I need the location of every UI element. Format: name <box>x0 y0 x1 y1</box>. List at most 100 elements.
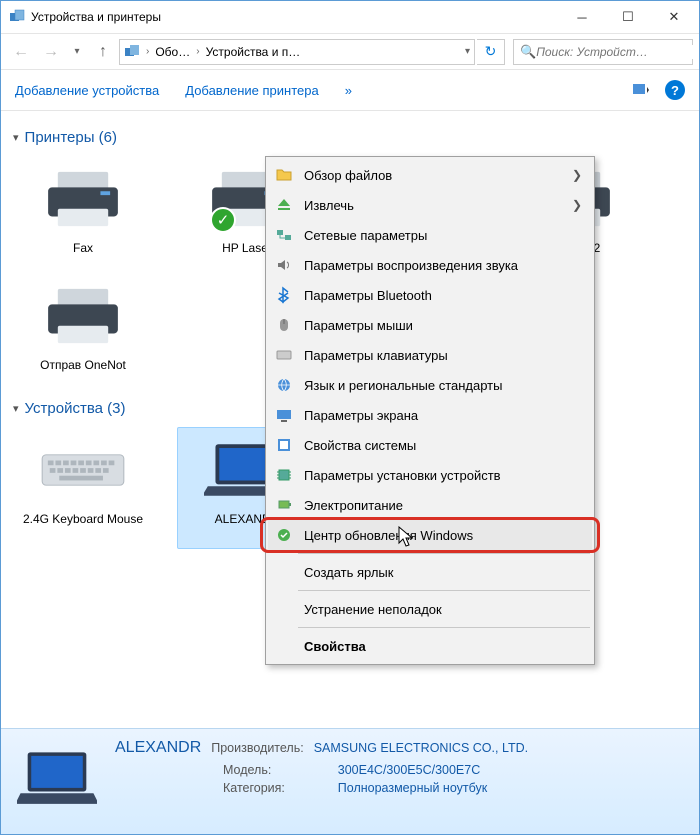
menu-item[interactable]: Язык и региональные стандарты <box>268 370 592 400</box>
printer-item-fax[interactable]: Fax <box>13 156 153 263</box>
menu-item[interactable]: Параметры мыши <box>268 310 592 340</box>
search-icon: 🔍 <box>520 44 536 60</box>
system-icon <box>274 435 294 455</box>
search-input[interactable] <box>536 45 693 59</box>
details-value: Полноразмерный ноутбук <box>338 781 528 795</box>
menu-item[interactable]: Параметры экрана <box>268 400 592 430</box>
item-label: 2.4G Keyboard Mouse <box>23 512 143 527</box>
menu-separator <box>298 627 590 628</box>
group-header-printers[interactable]: ▾ Принтеры (6) <box>13 129 687 146</box>
group-label: Принтеры (6) <box>25 129 117 146</box>
bluetooth-icon <box>274 285 294 305</box>
folder-icon <box>274 165 294 185</box>
navigation-bar: ← → ▾ ↑ › Обо… › Устройства и п… ▾ ↻ 🔍 <box>1 33 699 69</box>
details-value: SAMSUNG ELECTRONICS CO., LTD. <box>314 741 528 755</box>
menu-item-label: Устранение неполадок <box>304 602 582 617</box>
blank-icon <box>274 562 294 582</box>
menu-separator <box>298 553 590 554</box>
eject-icon <box>274 195 294 215</box>
menu-item[interactable]: Электропитание <box>268 490 592 520</box>
chip-icon <box>274 465 294 485</box>
screen-icon <box>274 405 294 425</box>
menu-item-label: Электропитание <box>304 498 582 513</box>
mouse-icon <box>274 315 294 335</box>
up-button[interactable]: ↑ <box>89 38 117 66</box>
breadcrumb[interactable]: › Обо… › Устройства и п… ▾ <box>119 39 475 65</box>
refresh-button[interactable]: ↻ <box>477 39 505 65</box>
menu-item-label: Параметры Bluetooth <box>304 288 582 303</box>
update-icon <box>274 525 294 545</box>
search-box[interactable]: 🔍 <box>513 39 693 65</box>
details-key: Категория: <box>223 781 326 795</box>
laptop-icon <box>17 743 97 815</box>
add-device-link[interactable]: Добавление устройства <box>15 83 159 98</box>
printer-item-onenote[interactable]: Отправ OneNot <box>13 273 153 380</box>
menu-item[interactable]: Центр обновления Windows <box>268 520 592 550</box>
printer-icon <box>38 280 128 352</box>
menu-item[interactable]: Параметры воспроизведения звука <box>268 250 592 280</box>
menu-item[interactable]: Свойства системы <box>268 430 592 460</box>
item-label: Fax <box>73 241 93 256</box>
keyboard-icon <box>38 434 128 506</box>
speaker-icon <box>274 255 294 275</box>
chevron-right-icon: ❯ <box>572 198 582 212</box>
window-title: Устройства и принтеры <box>31 10 559 24</box>
menu-item[interactable]: Извлечь❯ <box>268 190 592 220</box>
chevron-right-icon: ❯ <box>572 168 582 182</box>
toolbar: Добавление устройства Добавление принтер… <box>1 69 699 111</box>
devices-printers-icon <box>9 9 25 25</box>
menu-item-label: Обзор файлов <box>304 168 562 183</box>
history-dropdown[interactable]: ▾ <box>67 46 87 57</box>
maximize-button[interactable]: ☐ <box>605 2 651 32</box>
minimize-button[interactable]: ─ <box>559 2 605 32</box>
menu-item-label: Параметры воспроизведения звука <box>304 258 582 273</box>
titlebar: Устройства и принтеры ─ ☐ ✕ <box>1 1 699 33</box>
chevron-down-icon[interactable]: ▾ <box>465 46 470 57</box>
menu-item-label: Параметры установки устройств <box>304 468 582 483</box>
add-printer-link[interactable]: Добавление принтера <box>185 83 318 98</box>
menu-item[interactable]: Создать ярлык <box>268 557 592 587</box>
globe-icon <box>274 375 294 395</box>
group-label: Устройства (3) <box>25 400 126 417</box>
menu-item[interactable]: Сетевые параметры <box>268 220 592 250</box>
menu-item[interactable]: Обзор файлов ❯ <box>268 160 592 190</box>
default-check-badge: ✓ <box>210 207 236 233</box>
menu-item-label: Параметры клавиатуры <box>304 348 582 363</box>
view-options-button[interactable] <box>627 79 655 101</box>
power-icon <box>274 495 294 515</box>
chevron-down-icon: ▾ <box>13 131 19 144</box>
breadcrumb-segment[interactable]: Обо… <box>155 45 190 59</box>
device-item-keyboard[interactable]: 2.4G Keyboard Mouse <box>13 427 153 549</box>
details-key: Производитель: <box>211 741 303 755</box>
menu-item-label: Сетевые параметры <box>304 228 582 243</box>
menu-item-label: Параметры экрана <box>304 408 582 423</box>
blank-icon <box>274 636 294 656</box>
menu-separator <box>298 590 590 591</box>
blank-icon <box>274 599 294 619</box>
item-label: Отправ OneNot <box>40 358 126 373</box>
forward-button[interactable]: → <box>37 38 65 66</box>
keyboard-icon <box>274 345 294 365</box>
menu-item[interactable]: Устранение неполадок <box>268 594 592 624</box>
close-button[interactable]: ✕ <box>651 2 697 32</box>
details-title: ALEXANDR <box>115 739 201 757</box>
menu-item[interactable]: Параметры установки устройств <box>268 460 592 490</box>
details-pane: ALEXANDR Производитель: SAMSUNG ELECTRON… <box>1 728 699 834</box>
details-key: Модель: <box>223 763 326 777</box>
menu-item-label: Создать ярлык <box>304 565 582 580</box>
menu-item-label: Параметры мыши <box>304 318 582 333</box>
back-button[interactable]: ← <box>7 38 35 66</box>
menu-item[interactable]: Свойства <box>268 631 592 661</box>
help-button[interactable]: ? <box>665 80 685 100</box>
devices-printers-icon <box>124 44 140 60</box>
chevron-down-icon: ▾ <box>13 402 19 415</box>
context-menu: Обзор файлов❯Извлечь❯Сетевые параметрыПа… <box>265 156 595 665</box>
menu-item[interactable]: Параметры Bluetooth <box>268 280 592 310</box>
breadcrumb-segment[interactable]: Устройства и п… <box>206 45 301 59</box>
menu-item-label: Свойства системы <box>304 438 582 453</box>
toolbar-overflow[interactable]: » <box>345 83 352 98</box>
menu-item-label: Язык и региональные стандарты <box>304 378 582 393</box>
menu-item[interactable]: Параметры клавиатуры <box>268 340 592 370</box>
details-value: 300E4C/300E5C/300E7C <box>338 763 528 777</box>
chevron-right-icon: › <box>142 46 153 57</box>
